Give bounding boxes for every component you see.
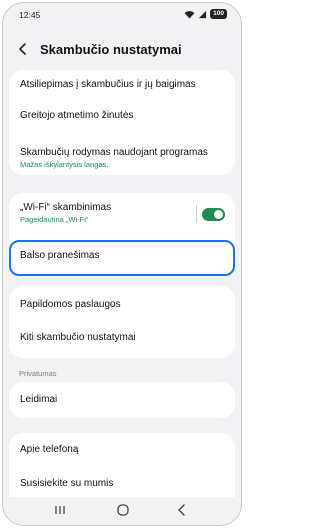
item-label: Atsiliepimas į skambučius ir jų baigimas bbox=[20, 79, 196, 90]
status-icons: 100 bbox=[184, 9, 227, 19]
item-label: Susisiekite su mumis bbox=[20, 478, 114, 489]
home-icon[interactable] bbox=[116, 503, 130, 517]
settings-card-about: Apie telefoną Susisiekite su mumis bbox=[9, 433, 235, 507]
settings-card-call-handling: Atsiliepimas į skambučius ir jų baigimas… bbox=[9, 70, 235, 175]
item-label: Greitojo atmetimo žinutės bbox=[20, 110, 134, 121]
chevron-left-icon[interactable] bbox=[15, 41, 31, 57]
item-label: Apie telefoną bbox=[20, 444, 79, 455]
item-label: Leidimai bbox=[20, 394, 58, 405]
list-item-additional-services[interactable]: Papildomos paslaugos bbox=[20, 299, 225, 310]
item-sublabel: Pageidautina „Wi-Fi“ bbox=[20, 215, 89, 224]
recents-icon[interactable] bbox=[53, 503, 67, 517]
list-item-permissions[interactable]: Leidimai bbox=[20, 394, 225, 405]
section-header-privacy: Privatumas bbox=[19, 369, 57, 378]
list-item-answer-end[interactable]: Atsiliepimas į skambučius ir jų baigimas bbox=[20, 79, 225, 90]
item-label: Papildomos paslaugos bbox=[20, 299, 121, 310]
item-label: „Wi-Fi“ skambinimas bbox=[20, 202, 112, 213]
divider bbox=[196, 205, 197, 223]
settings-card-privacy: Leidimai bbox=[9, 382, 235, 418]
list-item-about-phone[interactable]: Apie telefoną bbox=[20, 444, 225, 455]
signal-icon bbox=[199, 10, 207, 18]
battery-icon: 100 bbox=[210, 9, 227, 19]
selection-highlight bbox=[9, 240, 235, 276]
page-title: Skambučio nustatymai bbox=[40, 42, 182, 57]
item-sublabel: Mažas iškylantysis langas. bbox=[20, 160, 109, 169]
item-label: Kiti skambučio nustatymai bbox=[20, 332, 136, 343]
navigation-bar bbox=[3, 497, 241, 525]
status-time: 12:45 bbox=[19, 10, 41, 20]
wifi-icon bbox=[184, 10, 195, 19]
list-item-call-display[interactable]: Skambučių rodymas naudojant programas Ma… bbox=[20, 147, 225, 169]
wifi-calling-toggle[interactable] bbox=[202, 208, 225, 221]
toggle-knob bbox=[214, 210, 223, 219]
list-item-contact-us[interactable]: Susisiekite su mumis bbox=[20, 478, 225, 489]
list-item-other-settings[interactable]: Kiti skambučio nustatymai bbox=[20, 332, 225, 343]
status-bar: 12:45 100 bbox=[3, 3, 241, 27]
settings-card-more: Papildomos paslaugos Kiti skambučio nust… bbox=[9, 286, 235, 358]
page-header: Skambučio nustatymai bbox=[3, 33, 241, 67]
phone-frame: 12:45 100 Skambučio nustatymai Atsiliepi… bbox=[2, 2, 242, 526]
item-label: Skambučių rodymas naudojant programas bbox=[20, 147, 208, 158]
list-item-quick-decline[interactable]: Greitojo atmetimo žinutės bbox=[20, 110, 225, 121]
list-item-wifi-calling[interactable]: „Wi-Fi“ skambinimas Pageidautina „Wi-Fi“ bbox=[20, 202, 225, 224]
back-nav-icon[interactable] bbox=[175, 503, 189, 517]
